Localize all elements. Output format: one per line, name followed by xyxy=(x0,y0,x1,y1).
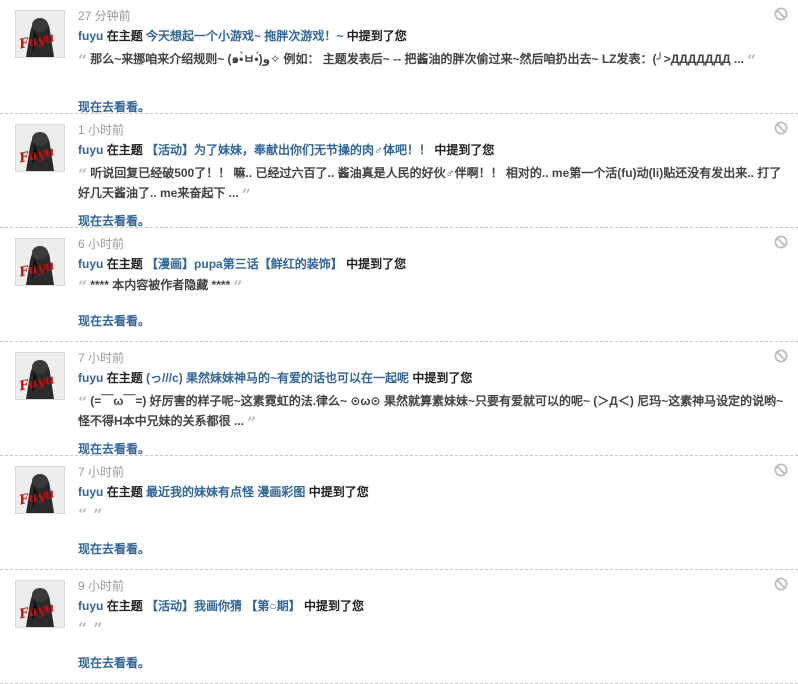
close-quote-icon: ” xyxy=(241,185,251,204)
notification-time: 6 小时前 xyxy=(78,237,125,251)
in-topic-label: 在主题 xyxy=(106,485,143,499)
notification-headline: fuyu 在主题 今天想起一个小游戏~ 拖胖次游戏！~ 中提到了您 xyxy=(78,27,778,44)
mentioned-label: 中提到了您 xyxy=(346,29,407,43)
close-quote-icon: ” xyxy=(746,51,757,70)
open-quote-icon: “ xyxy=(78,393,88,412)
notification-time: 9 小时前 xyxy=(78,579,125,593)
topic-link[interactable]: 【活动】我画你猜 【第○期】 xyxy=(146,599,301,613)
quote-block: “” xyxy=(78,618,788,638)
avatar[interactable]: Fuyu xyxy=(15,10,65,58)
notification-headline: fuyu 在主题 【活动】为了妹妹，奉献出你们无节操的肉♂体吧！！ 中提到了您 xyxy=(78,141,778,158)
quote-block: “那么~来挪咱来介绍规则~ (๑•̀ㅂ•́)و✧ 例如： 主题发表后~ -- 把… xyxy=(78,50,788,70)
open-quote-icon: “ xyxy=(78,51,88,70)
topic-link[interactable]: 今天想起一个小游戏~ 拖胖次游戏！~ xyxy=(146,29,343,43)
notification-item: Fuyu 7 小时前 fuyu 在主题 最近我的妹妹有点怪 漫画彩图 中提到了您… xyxy=(0,456,798,570)
avatar-image: Fuyu xyxy=(16,353,64,399)
close-quote-icon: ” xyxy=(93,505,103,524)
notification-list: Fuyu 27 分钟前 fuyu 在主题 今天想起一个小游戏~ 拖胖次游戏！~ … xyxy=(0,0,798,684)
mentioned-label: 中提到了您 xyxy=(434,143,495,157)
quote-block: “听说回复已经破500了！！ 嘛.. 已经过六百了.. 酱油真是人民的好伙♂伴啊… xyxy=(78,164,788,204)
in-topic-label: 在主题 xyxy=(106,599,143,613)
notification-headline: fuyu 在主题 最近我的妹妹有点怪 漫画彩图 中提到了您 xyxy=(78,483,778,500)
user-link[interactable]: fuyu xyxy=(78,257,103,271)
avatar[interactable]: Fuyu xyxy=(15,352,65,400)
topic-link[interactable]: 最近我的妹妹有点怪 漫画彩图 xyxy=(146,485,305,499)
in-topic-label: 在主题 xyxy=(106,143,143,157)
avatar[interactable]: Fuyu xyxy=(15,580,65,628)
quote-block: “**** 本内容被作者隐藏 ****” xyxy=(78,276,788,296)
avatar-image: Fuyu xyxy=(16,239,64,285)
view-now-link[interactable]: 现在去看看。 xyxy=(78,654,150,671)
prohibited-circle-icon[interactable] xyxy=(774,577,788,591)
in-topic-label: 在主题 xyxy=(106,29,143,43)
quote-block: “” xyxy=(78,504,788,524)
close-quote-icon: ” xyxy=(233,277,243,296)
quote-text: (=￣ω￣=) 好厉害的样子呢~这素霓虹的法.律么~ ⊙ω⊙ 果然就算素妹妹~只… xyxy=(78,394,784,428)
mentioned-label: 中提到了您 xyxy=(346,257,407,271)
user-link[interactable]: fuyu xyxy=(78,371,103,385)
open-quote-icon: “ xyxy=(78,505,88,524)
prohibited-circle-icon[interactable] xyxy=(774,463,788,477)
close-quote-icon: ” xyxy=(93,619,103,638)
notification-item: Fuyu 7 小时前 fuyu 在主题 (っ///c) 果然妹妹神马的~有爱的话… xyxy=(0,342,798,456)
quote-text: **** 本内容被作者隐藏 **** xyxy=(90,278,231,292)
view-now-link[interactable]: 现在去看看。 xyxy=(78,98,150,115)
avatar-image: Fuyu xyxy=(16,467,64,513)
in-topic-label: 在主题 xyxy=(106,257,143,271)
topic-link[interactable]: 【漫画】pupa第三话【鲜红的装饰】 xyxy=(146,257,343,271)
view-now-link[interactable]: 现在去看看。 xyxy=(78,212,150,229)
avatar[interactable]: Fuyu xyxy=(15,124,65,172)
notification-headline: fuyu 在主题 【活动】我画你猜 【第○期】 中提到了您 xyxy=(78,597,778,614)
notification-time: 7 小时前 xyxy=(78,465,125,479)
quote-text: 听说回复已经破500了！！ 嘛.. 已经过六百了.. 酱油真是人民的好伙♂伴啊！… xyxy=(78,166,782,200)
notification-headline: fuyu 在主题 (っ///c) 果然妹妹神马的~有爱的话也可以在一起呢 中提到… xyxy=(78,369,778,386)
close-quote-icon: ” xyxy=(247,413,257,432)
notification-item: Fuyu 27 分钟前 fuyu 在主题 今天想起一个小游戏~ 拖胖次游戏！~ … xyxy=(0,0,798,114)
notification-item: Fuyu 9 小时前 fuyu 在主题 【活动】我画你猜 【第○期】 中提到了您… xyxy=(0,570,798,684)
user-link[interactable]: fuyu xyxy=(78,485,103,499)
prohibited-circle-icon[interactable] xyxy=(774,121,788,135)
in-topic-label: 在主题 xyxy=(106,371,143,385)
user-link[interactable]: fuyu xyxy=(78,29,103,43)
open-quote-icon: “ xyxy=(78,277,88,296)
open-quote-icon: “ xyxy=(78,619,88,638)
quote-text: 那么~来挪咱来介绍规则~ (๑•̀ㅂ•́)و✧ 例如： 主题发表后~ -- 把酱… xyxy=(90,52,744,66)
notification-headline: fuyu 在主题 【漫画】pupa第三话【鲜红的装饰】 中提到了您 xyxy=(78,255,778,272)
view-now-link[interactable]: 现在去看看。 xyxy=(78,312,150,329)
avatar-image: Fuyu xyxy=(16,11,64,57)
topic-link[interactable]: 【活动】为了妹妹，奉献出你们无节操的肉♂体吧！！ xyxy=(146,143,431,157)
mentioned-label: 中提到了您 xyxy=(412,371,473,385)
notification-item: Fuyu 6 小时前 fuyu 在主题 【漫画】pupa第三话【鲜红的装饰】 中… xyxy=(0,228,798,342)
avatar[interactable]: Fuyu xyxy=(15,238,65,286)
user-link[interactable]: fuyu xyxy=(78,599,103,613)
avatar[interactable]: Fuyu xyxy=(15,466,65,514)
quote-block: “(=￣ω￣=) 好厉害的样子呢~这素霓虹的法.律么~ ⊙ω⊙ 果然就算素妹妹~… xyxy=(78,392,788,432)
prohibited-circle-icon[interactable] xyxy=(774,349,788,363)
view-now-link[interactable]: 现在去看看。 xyxy=(78,540,150,557)
open-quote-icon: “ xyxy=(78,165,88,184)
avatar-image: Fuyu xyxy=(16,581,64,627)
mentioned-label: 中提到了您 xyxy=(308,485,369,499)
avatar-image: Fuyu xyxy=(16,125,64,171)
prohibited-circle-icon[interactable] xyxy=(774,7,788,21)
notification-item: Fuyu 1 小时前 fuyu 在主题 【活动】为了妹妹，奉献出你们无节操的肉♂… xyxy=(0,114,798,228)
mentioned-label: 中提到了您 xyxy=(303,599,364,613)
notification-time: 1 小时前 xyxy=(78,123,125,137)
prohibited-circle-icon[interactable] xyxy=(774,235,788,249)
view-now-link[interactable]: 现在去看看。 xyxy=(78,440,150,457)
user-link[interactable]: fuyu xyxy=(78,143,103,157)
notification-time: 27 分钟前 xyxy=(78,9,131,23)
notification-time: 7 小时前 xyxy=(78,351,125,365)
topic-link[interactable]: (っ///c) 果然妹妹神马的~有爱的话也可以在一起呢 xyxy=(146,371,409,385)
